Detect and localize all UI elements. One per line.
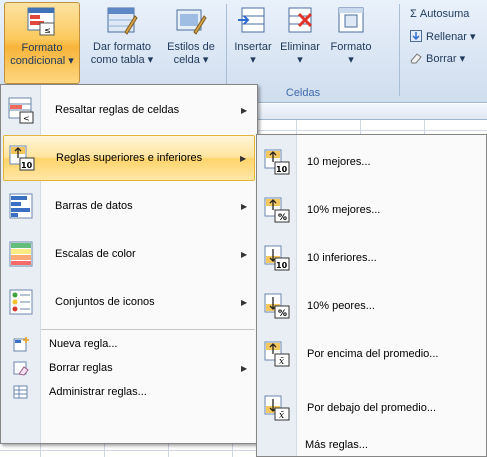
svg-text:<: < bbox=[23, 114, 30, 123]
cell-styles-button[interactable]: Estilos de celda ▾ bbox=[160, 2, 222, 84]
color-scales-icon bbox=[9, 241, 33, 267]
top-10-percent-icon: % bbox=[264, 197, 290, 223]
submenu-item-label: 10 inferiores... bbox=[307, 252, 377, 264]
delete-cells-button[interactable]: Eliminar ▾ bbox=[276, 2, 324, 84]
delete-cells-arrow: ▾ bbox=[297, 54, 303, 66]
conditional-format-menu: < Resaltar reglas de celdas ▶ 10 Reglas … bbox=[0, 84, 258, 444]
ribbon-separator bbox=[226, 4, 227, 96]
format-as-table-label-2: como tabla ▾ bbox=[90, 54, 154, 66]
svg-text:10: 10 bbox=[276, 261, 288, 270]
menu-item-label: Conjuntos de iconos bbox=[55, 296, 155, 308]
menu-item-clear-rules[interactable]: Borrar reglas ▶ bbox=[3, 357, 255, 379]
clear-button[interactable]: Borrar ▾ bbox=[410, 48, 465, 68]
submenu-arrow-icon: ▶ bbox=[240, 153, 247, 163]
submenu-item-more-rules[interactable]: Más reglas... bbox=[259, 434, 486, 456]
autosum-label: Σ Autosuma bbox=[410, 8, 470, 20]
top-10-icon: 10 bbox=[264, 149, 290, 175]
cell-styles-icon bbox=[176, 9, 207, 35]
svg-text:%: % bbox=[278, 309, 287, 319]
conditional-format-button[interactable]: ≤ Formato condicional ▾ bbox=[4, 2, 80, 84]
fill-down-icon bbox=[410, 30, 422, 42]
submenu-item-label: 10% peores... bbox=[307, 300, 375, 312]
submenu-item-bottom-10-percent[interactable]: % 10% peores... bbox=[259, 283, 486, 329]
submenu-item-top-10-percent[interactable]: % 10% mejores... bbox=[259, 187, 486, 233]
format-as-table-label-1: Dar formato bbox=[92, 41, 152, 53]
submenu-arrow-icon: ▶ bbox=[241, 363, 248, 373]
menu-item-label: Resaltar reglas de celdas bbox=[55, 104, 180, 116]
svg-text:10: 10 bbox=[21, 161, 33, 170]
fill-label: Rellenar ▾ bbox=[426, 30, 476, 43]
conditional-format-label-1: Formato bbox=[21, 42, 63, 54]
insert-cells-icon bbox=[238, 7, 265, 33]
format-cells-icon bbox=[338, 7, 364, 33]
top-bottom-rules-icon: 10 bbox=[9, 145, 35, 171]
menu-item-top-bottom-rules[interactable]: 10 Reglas superiores e inferiores ▶ bbox=[3, 135, 255, 181]
submenu-item-label: 10% mejores... bbox=[307, 204, 381, 216]
format-as-table-icon bbox=[107, 7, 138, 35]
cell-styles-label-1: Estilos de bbox=[167, 41, 215, 53]
submenu-item-bottom-10[interactable]: 10 10 inferiores... bbox=[259, 235, 486, 281]
menu-item-color-scales[interactable]: Escalas de color ▶ bbox=[3, 231, 255, 277]
menu-item-new-rule[interactable]: Nueva regla... bbox=[3, 333, 255, 355]
svg-text:≤: ≤ bbox=[44, 26, 51, 35]
delete-cells-label: Eliminar bbox=[280, 41, 320, 53]
menu-item-label: Barras de datos bbox=[55, 200, 133, 212]
submenu-item-below-average[interactable]: x̄ Por debajo del promedio... bbox=[259, 385, 486, 431]
bottom-10-icon: 10 bbox=[264, 245, 290, 271]
above-average-icon: x̄ bbox=[264, 341, 290, 367]
submenu-item-label: Más reglas... bbox=[305, 439, 368, 451]
svg-text:10: 10 bbox=[276, 165, 288, 174]
submenu-item-above-average[interactable]: x̄ Por encima del promedio... bbox=[259, 331, 486, 377]
insert-cells-button[interactable]: Insertar ▾ bbox=[229, 2, 277, 84]
menu-item-manage-rules[interactable]: Administrar reglas... bbox=[3, 381, 255, 403]
submenu-arrow-icon: ▶ bbox=[241, 105, 248, 115]
menu-item-label: Nueva regla... bbox=[49, 338, 118, 350]
submenu-arrow-icon: ▶ bbox=[241, 249, 248, 259]
data-bars-icon bbox=[9, 193, 33, 219]
menu-item-highlight-rules[interactable]: < Resaltar reglas de celdas ▶ bbox=[3, 87, 255, 133]
svg-text:x̄: x̄ bbox=[279, 411, 284, 421]
submenu-arrow-icon: ▶ bbox=[241, 201, 248, 211]
ribbon-separator bbox=[399, 4, 400, 96]
conditional-format-label-2: condicional ▾ bbox=[10, 55, 74, 67]
svg-text:%: % bbox=[278, 213, 287, 223]
menu-item-label: Reglas superiores e inferiores bbox=[56, 152, 203, 164]
svg-text:x̄: x̄ bbox=[279, 357, 284, 367]
menu-item-label: Administrar reglas... bbox=[49, 386, 147, 398]
fill-button[interactable]: Rellenar ▾ bbox=[410, 26, 476, 46]
below-average-icon: x̄ bbox=[264, 395, 290, 421]
bottom-10-percent-icon: % bbox=[264, 293, 290, 319]
menu-item-data-bars[interactable]: Barras de datos ▶ bbox=[3, 183, 255, 229]
submenu-item-top-10[interactable]: 10 10 mejores... bbox=[259, 139, 486, 185]
eraser-icon bbox=[410, 53, 422, 64]
clear-label: Borrar ▾ bbox=[426, 52, 466, 65]
submenu-item-label: Por debajo del promedio... bbox=[307, 402, 437, 414]
menu-separator bbox=[41, 329, 255, 330]
menu-item-label: Escalas de color bbox=[55, 248, 136, 260]
clear-rules-icon bbox=[13, 361, 29, 376]
submenu-arrow-icon: ▶ bbox=[241, 297, 248, 307]
submenu-item-label: 10 mejores... bbox=[307, 156, 371, 168]
conditional-format-icon: ≤ bbox=[27, 7, 55, 36]
highlight-rules-icon: < bbox=[8, 97, 34, 124]
format-cells-label: Formato bbox=[330, 41, 372, 53]
format-cells-button[interactable]: Formato ▾ bbox=[325, 2, 377, 84]
new-rule-icon bbox=[13, 337, 29, 352]
manage-rules-icon bbox=[13, 385, 28, 399]
delete-cells-icon bbox=[288, 7, 313, 33]
autosum-button[interactable]: Σ Autosuma bbox=[410, 4, 469, 24]
top-bottom-rules-submenu: 10 10 mejores... % 10% mejores... 10 10 … bbox=[256, 134, 487, 457]
format-as-table-button[interactable]: Dar formato como tabla ▾ bbox=[88, 2, 156, 84]
menu-item-label: Borrar reglas bbox=[49, 362, 113, 374]
cell-styles-label-2: celda ▾ bbox=[173, 54, 209, 66]
submenu-item-label: Por encima del promedio... bbox=[307, 348, 439, 360]
icon-sets-icon bbox=[9, 289, 33, 315]
format-cells-arrow: ▾ bbox=[348, 54, 354, 66]
insert-cells-arrow: ▾ bbox=[250, 54, 256, 66]
menu-item-icon-sets[interactable]: Conjuntos de iconos ▶ bbox=[3, 279, 255, 325]
insert-cells-label: Insertar bbox=[234, 41, 272, 53]
